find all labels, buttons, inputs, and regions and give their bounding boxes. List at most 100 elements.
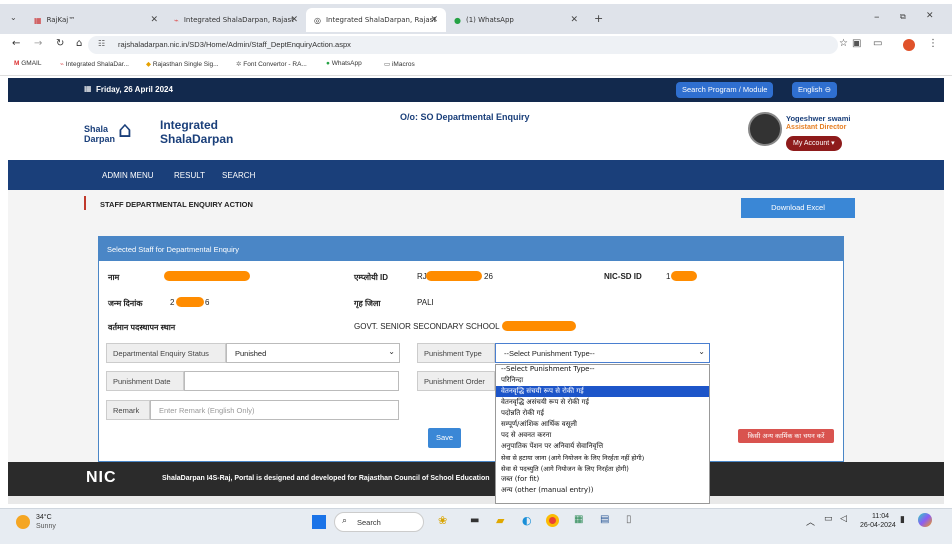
bookmark-shaladarpan[interactable]: ⌁ Integrated ShalaDar... xyxy=(60,60,129,68)
my-account-button[interactable]: My Account ▾ xyxy=(786,136,842,151)
notification-icon[interactable]: ▮ xyxy=(900,515,905,525)
language-button[interactable]: English ⊖ xyxy=(792,82,837,98)
word-icon[interactable]: ▤ xyxy=(600,514,609,525)
back-icon[interactable]: ← xyxy=(12,38,20,49)
punishment-option[interactable]: परिनिन्दा xyxy=(501,376,523,385)
enquiry-status-select[interactable]: Punished ⌄ xyxy=(226,343,400,363)
shaladarpan-tab-icon: ⌁ xyxy=(174,15,179,25)
extension-icon[interactable]: ▣ xyxy=(852,38,861,49)
calendar-app-icon[interactable]: ▦ xyxy=(574,514,583,525)
dob-label: जन्म दिनांक xyxy=(108,299,143,308)
forward-icon[interactable]: → xyxy=(34,38,42,49)
bookmark-imacros[interactable]: ▭ iMacros xyxy=(384,60,415,68)
close-icon[interactable]: ✕ xyxy=(430,15,438,25)
new-tab-button[interactable]: + xyxy=(594,12,603,25)
enquiry-badge-logo xyxy=(748,112,782,146)
bookmark-font-convertor[interactable]: ✲ Font Convertor - RA... xyxy=(236,60,307,68)
punishment-option-selected[interactable]: वेतनवृद्धि संचयी रूप से रोकी गई xyxy=(501,387,584,396)
bookmark-whatsapp[interactable]: ● WhatsApp xyxy=(326,60,362,67)
tab-shaladarpan-1[interactable]: ⌁ Integrated ShalaDarpan, Rajast ✕ xyxy=(166,8,306,32)
logo-text-darpan: Darpan xyxy=(84,134,116,144)
chevron-down-icon: ⌄ xyxy=(698,347,705,356)
clock-time[interactable]: 11:04 xyxy=(872,513,889,520)
caret-down-icon: ▾ xyxy=(831,140,835,147)
tab-shaladarpan-active[interactable]: ◎ Integrated ShalaDarpan, Rajast ✕ xyxy=(306,8,446,32)
volume-icon[interactable]: ◁ xyxy=(840,514,847,524)
punishment-option[interactable]: पदोन्नति रोकी गई xyxy=(501,409,544,418)
shaladarpan-logo[interactable]: Shala Darpan ⌂ xyxy=(84,116,154,150)
punishment-option[interactable]: सम्पूर्ण/आंशिक आर्थिक वसूली xyxy=(501,420,577,429)
redacted-school-name xyxy=(502,321,576,331)
download-excel-button[interactable]: Download Excel xyxy=(741,198,855,218)
punishment-type-select[interactable]: --Select Punishment Type-- ⌄ xyxy=(495,343,710,363)
taskbar-search-placeholder: Search xyxy=(357,518,381,527)
browser-menu-icon[interactable]: ⋮ xyxy=(928,38,938,49)
profile-avatar[interactable] xyxy=(903,39,915,51)
tab-rajkaj[interactable]: ▦ RajKaj™ ✕ xyxy=(26,8,166,32)
nav-search[interactable]: SEARCH xyxy=(222,171,255,180)
punishment-option[interactable]: सेवा से हटाया जाना (आगे नियोजन के लिए नि… xyxy=(501,453,644,462)
close-window-button[interactable]: ✕ xyxy=(926,11,934,21)
edge-icon[interactable]: ◐ xyxy=(522,514,532,527)
reload-icon[interactable]: ↻ xyxy=(56,38,64,49)
search-program-button[interactable]: Search Program / Module xyxy=(676,82,774,98)
minimize-button[interactable]: – xyxy=(874,10,880,23)
close-icon[interactable]: ✕ xyxy=(290,15,298,25)
remark-placeholder: Enter Remark (English Only) xyxy=(159,406,255,415)
windows-start-icon[interactable] xyxy=(312,515,326,529)
language-label: English xyxy=(798,85,823,94)
punishment-option[interactable]: --Select Punishment Type-- xyxy=(501,365,595,373)
taskbar-search-box[interactable]: ⌕ Search xyxy=(334,512,424,532)
nav-admin-menu[interactable]: ADMIN MENU xyxy=(102,171,154,180)
punishment-option[interactable]: वेतनवृद्धि असंचयी रूप से रोकी गई xyxy=(501,398,589,407)
logo-text-shala: Shala xyxy=(84,124,109,134)
remark-input[interactable]: Enter Remark (English Only) xyxy=(150,400,399,420)
file-explorer-icon[interactable]: ▰ xyxy=(496,514,504,527)
select-other-staff-button[interactable]: किसी अन्य कार्मिक का चयन करें xyxy=(738,429,834,443)
punishment-option[interactable]: अनुपातिक पेंशन पर अनिवार्य सेवानिवृत्ति xyxy=(501,442,603,451)
document-app-icon[interactable]: ▯ xyxy=(626,514,632,525)
task-view-icon[interactable]: ▬ xyxy=(470,515,479,526)
bookmark-label: Font Convertor - RA... xyxy=(243,61,307,68)
clock-date[interactable]: 26-04-2024 xyxy=(860,522,896,529)
copilot-icon[interactable] xyxy=(918,513,932,527)
tab-list-chevron-icon[interactable]: ⌄ xyxy=(10,13,17,22)
chrome-icon[interactable] xyxy=(546,514,559,527)
whatsapp-icon: ● xyxy=(454,15,461,25)
enquiry-status-value: Punished xyxy=(235,349,267,358)
redacted-name xyxy=(164,271,250,281)
punishment-option[interactable]: जब्त (for fit) xyxy=(501,475,539,484)
bookmark-sso[interactable]: ◆ Rajasthan Single Sig... xyxy=(146,60,219,68)
punishment-date-input[interactable] xyxy=(184,371,399,391)
rajkaj-tab-icon: ▦ xyxy=(34,15,42,25)
punishment-option[interactable]: अन्य (other (manual entry)) xyxy=(501,486,593,495)
weather-sun-icon[interactable] xyxy=(16,515,30,529)
address-bar[interactable]: ☷ rajshaladarpan.nic.in/SD3/Home/Admin/S… xyxy=(88,36,848,54)
bookmark-star-icon[interactable]: ☆ xyxy=(839,38,848,49)
horizontal-scrollbar[interactable] xyxy=(8,496,944,504)
bookmark-label: Integrated ShalaDar... xyxy=(65,61,129,68)
font-convertor-icon: ✲ xyxy=(236,61,242,68)
tray-chevron-up-icon[interactable]: ︿ xyxy=(806,515,815,528)
display-icon[interactable]: ▭ xyxy=(824,514,833,524)
site-info-icon[interactable]: ☷ xyxy=(98,39,105,48)
close-icon[interactable]: ✕ xyxy=(150,15,158,25)
punishment-option[interactable]: पद से अवनत करना xyxy=(501,431,551,440)
house-icon: ⌂ xyxy=(118,118,132,143)
punishment-option[interactable]: सेवा से पदच्युति (आगे नियोजन के लिए निरर… xyxy=(501,464,629,473)
home-icon[interactable]: ⌂ xyxy=(76,38,82,49)
punishment-type-value: --Select Punishment Type-- xyxy=(504,349,595,358)
site-header: Shala Darpan ⌂ Integrated ShalaDarpan O/… xyxy=(8,102,944,160)
save-button[interactable]: Save xyxy=(428,428,461,448)
search-icon: ⌕ xyxy=(342,516,348,526)
sidepanel-icon[interactable]: ▭ xyxy=(873,38,882,49)
heading-accent xyxy=(84,196,86,210)
close-icon[interactable]: ✕ xyxy=(570,15,578,25)
widgets-icon[interactable]: ❀ xyxy=(438,514,447,527)
employee-id-label: एम्प्लोयी ID xyxy=(354,273,389,282)
bookmark-gmail[interactable]: M GMAIL xyxy=(14,60,41,67)
site-footer: NIC ShalaDarpan I4S-Raj, Portal is desig… xyxy=(8,462,944,496)
nav-result[interactable]: RESULT xyxy=(174,171,205,180)
tab-whatsapp[interactable]: ● (1) WhatsApp ✕ xyxy=(446,8,586,32)
restore-button[interactable]: ⧉ xyxy=(900,12,906,22)
